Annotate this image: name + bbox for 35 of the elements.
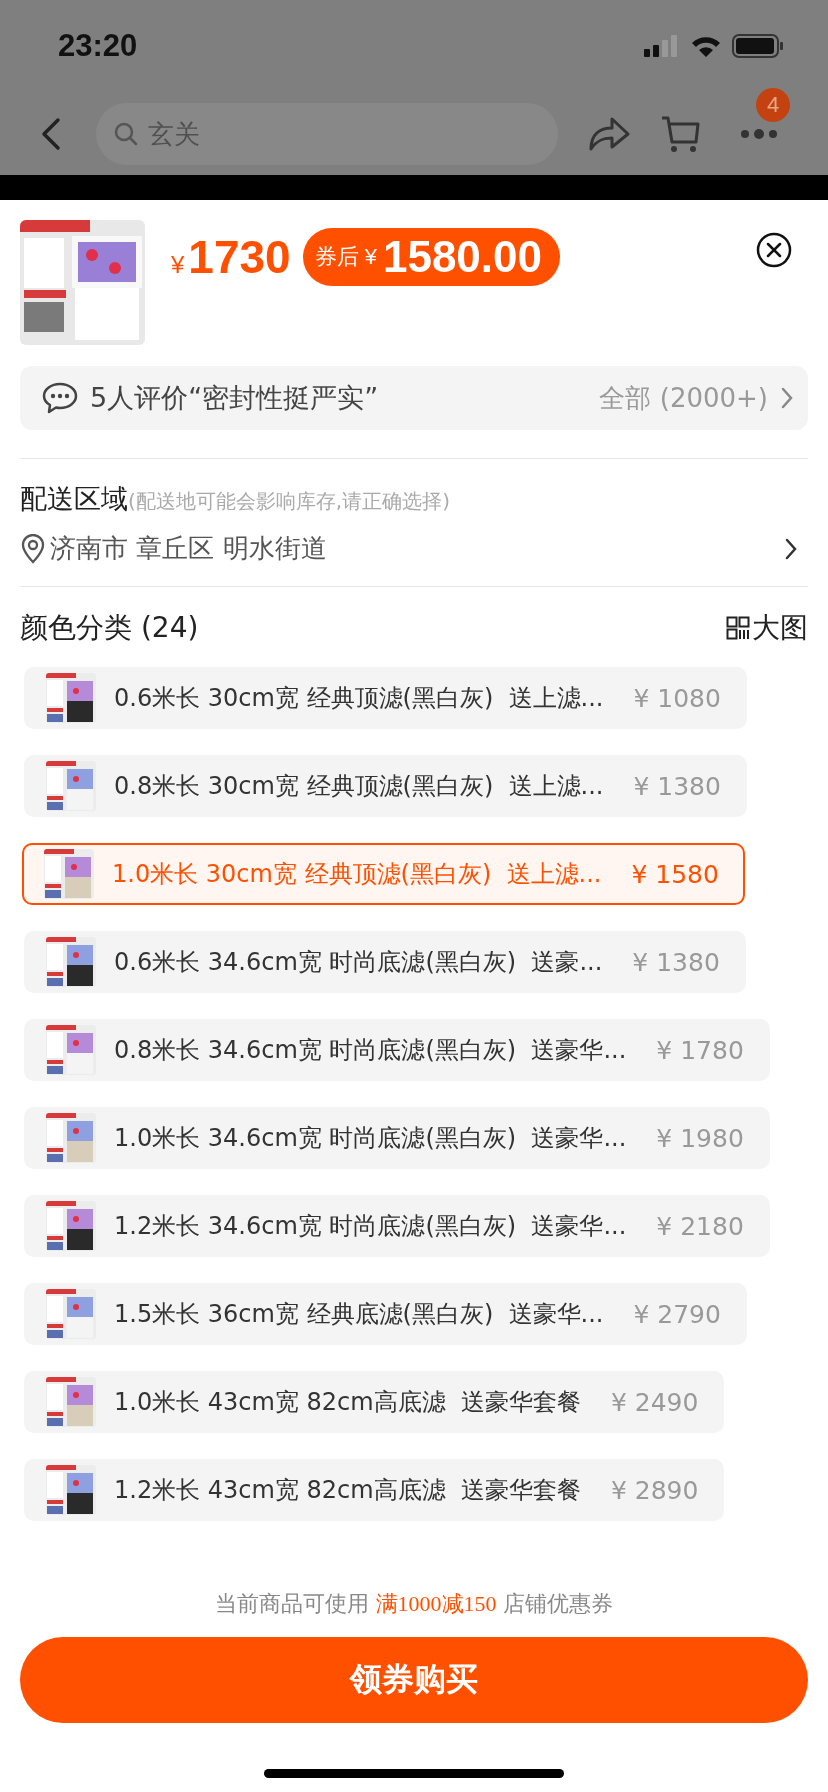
variant-option[interactable]: 1.5米长 36cm宽 经典底滤(黑白灰) 送豪华... ¥ 2790 [24,1283,747,1345]
chat-bubble-icon [42,382,78,414]
price: ¥1730 [171,230,291,284]
section-title: 配送区域 [20,482,128,516]
section-title: 颜色分类 (24) [20,610,199,646]
variant-option[interactable]: 1.0米长 34.6cm宽 时尚底滤(黑白灰) 送豪华... ¥ 1980 [24,1107,770,1169]
large-image-toggle[interactable]: 大图 [726,609,808,647]
variant-option[interactable]: 0.8米长 34.6cm宽 时尚底滤(黑白灰) 送豪华... ¥ 1780 [24,1019,770,1081]
status-time: 23:20 [58,28,138,64]
grid-icon [726,616,750,640]
wifi-icon [690,34,722,58]
variant-option[interactable]: 1.2米长 43cm宽 82cm高底滤 送豪华套餐 ¥ 2890 [24,1459,725,1521]
search-icon [114,121,138,146]
share-icon[interactable] [588,115,630,152]
delivery-note: (配送地可能会影响库存,请正确选择) [128,488,450,515]
search-field[interactable]: 玄关 [96,102,558,165]
review-summary: 5人评价“密封性挺严实” [90,381,379,415]
address-row[interactable]: 济南市 章丘区 明水街道 [20,531,808,566]
review-bar[interactable]: 5人评价“密封性挺严实” 全部 (2000+) [20,366,808,430]
chevron-right-icon [780,386,794,410]
coupon-price-badge: 券后 ¥1580.00 [302,228,560,286]
battery-icon [732,34,784,58]
location-pin-icon [20,533,46,564]
variant-option[interactable]: 0.6米长 30cm宽 经典顶滤(黑白灰) 送上滤... ¥ 1080 [24,667,747,729]
signal-icon [644,35,680,57]
variant-option[interactable]: 0.8米长 30cm宽 经典顶滤(黑白灰) 送上滤... ¥ 1380 [24,755,747,817]
more-icon[interactable] [740,128,778,139]
close-icon[interactable] [756,232,792,268]
chevron-right-icon [784,536,798,561]
variant-option[interactable]: 1.2米长 34.6cm宽 时尚底滤(黑白灰) 送豪华... ¥ 2180 [24,1195,770,1257]
coupon-note: 当前商品可使用 满1000减150 店铺优惠券 [213,1590,615,1618]
variant-option[interactable]: 1.0米长 43cm宽 82cm高底滤 送豪华套餐 ¥ 2490 [24,1371,725,1433]
variant-option[interactable]: 0.6米长 34.6cm宽 时尚底滤(黑白灰) 送豪... ¥ 1380 [24,931,746,993]
back-icon[interactable] [40,116,62,151]
notification-badge: 4 [756,87,790,122]
